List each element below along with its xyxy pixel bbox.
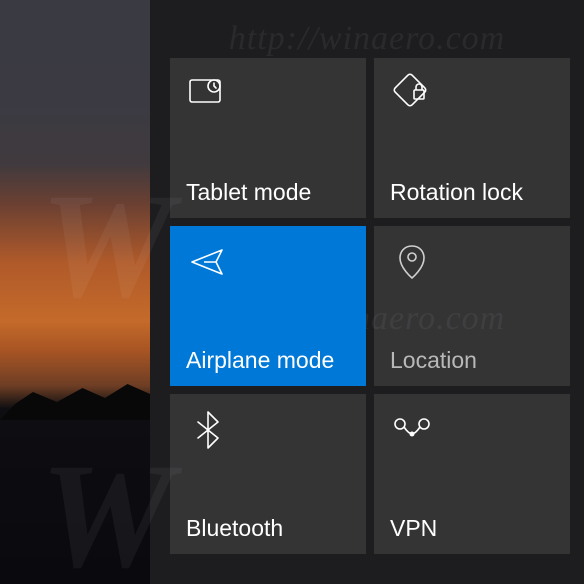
quick-action-tiles: Tablet mode Rotation lock Airplane mode xyxy=(170,58,570,554)
tile-bluetooth[interactable]: Bluetooth xyxy=(170,394,366,554)
bluetooth-icon xyxy=(186,408,230,452)
tile-vpn[interactable]: VPN xyxy=(374,394,570,554)
tile-tablet-mode[interactable]: Tablet mode xyxy=(170,58,366,218)
tile-label: Airplane mode xyxy=(186,347,350,374)
tile-label: Bluetooth xyxy=(186,515,350,542)
tile-label: VPN xyxy=(390,515,554,542)
tablet-mode-icon xyxy=(186,72,230,116)
rotation-lock-icon xyxy=(390,72,434,116)
tile-label: Rotation lock xyxy=(390,179,554,206)
tile-location[interactable]: Location xyxy=(374,226,570,386)
desktop-wallpaper xyxy=(0,0,150,584)
tile-airplane-mode[interactable]: Airplane mode xyxy=(170,226,366,386)
airplane-icon xyxy=(186,240,230,284)
location-icon xyxy=(390,240,434,284)
action-center-panel: http://winaero.com http://winaero.com W … xyxy=(150,0,584,584)
tile-rotation-lock[interactable]: Rotation lock xyxy=(374,58,570,218)
vpn-icon xyxy=(390,408,434,452)
watermark-text: http://winaero.com xyxy=(150,20,584,58)
tile-label: Location xyxy=(390,347,554,374)
tile-label: Tablet mode xyxy=(186,179,350,206)
